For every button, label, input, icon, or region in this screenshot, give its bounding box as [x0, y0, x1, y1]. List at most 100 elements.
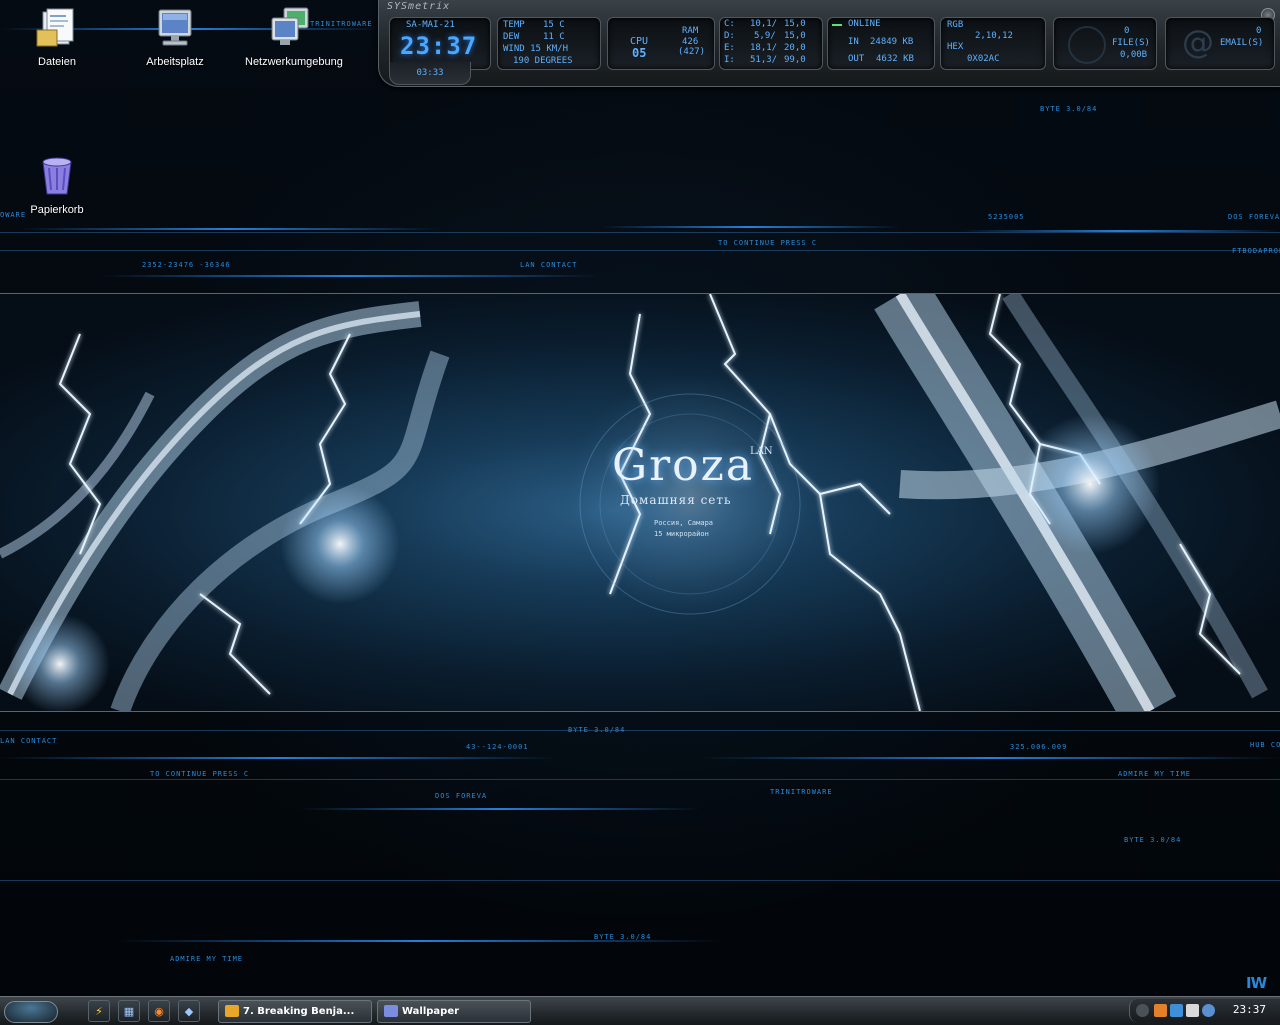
rgb-label: RGB	[947, 20, 964, 30]
files-size: 0,00B	[1120, 50, 1148, 60]
desktop-icon-label: Netzwerkumgebung	[245, 56, 343, 68]
deco-line	[0, 880, 1280, 881]
desktop-icon-label: Papierkorb	[30, 204, 84, 216]
net-status: ONLINE	[848, 19, 881, 29]
desktop: TRINITROWARE BYTE 3.0/84 OWARE 2352-2347…	[0, 0, 1280, 996]
watermark-logo: IW	[1246, 974, 1267, 992]
drive-c-letter: C:	[724, 19, 735, 29]
rgb-value: 2,10,12	[975, 31, 1013, 41]
deco-text: LAN CONTACT	[0, 737, 58, 745]
deco-text: DOS FOREVA	[1228, 213, 1280, 221]
recycle-icon	[1068, 26, 1106, 64]
system-tray: 23:37	[1129, 999, 1280, 1022]
banner-title: Groza	[612, 440, 755, 491]
weather-panel: TEMP 15 C DEW 11 C WIND 15 KM/H 190 DEGR…	[497, 17, 601, 70]
ram-used: 426	[682, 37, 699, 47]
date-text: SA-MAI-21	[406, 20, 455, 30]
drive-d-letter: D:	[724, 31, 735, 41]
drive-e-used: 18,1/	[750, 43, 778, 53]
deco-text: 2352-23476 -36346	[142, 261, 231, 269]
ram-total: (427)	[678, 47, 706, 57]
deco-text: BYTE 3.0/84	[568, 726, 626, 734]
drives-panel: C: 10,1/ 15,0 D: 5,9/ 15,0 E: 18,1/ 20,0…	[719, 17, 823, 70]
desktop-icon-label: Arbeitsplatz	[146, 56, 204, 68]
hex-label: HEX	[947, 42, 964, 52]
deco-line	[0, 730, 1280, 731]
drive-d-used: 5,9/	[754, 31, 776, 41]
wind-degrees: 190 DEGREES	[513, 56, 573, 66]
deco-text: TO CONTINUE PRESS C	[718, 239, 818, 247]
deco-text: TO CONTINUE PRESS C	[150, 770, 250, 778]
files-label: FILE(S)	[1112, 38, 1150, 48]
deco-line	[20, 228, 440, 230]
wind-text: WIND 15 KM/H	[503, 44, 569, 54]
banner-title-sup: LAN	[750, 446, 773, 457]
color-panel: RGB 2,10,12 HEX 0X02AC	[940, 17, 1046, 70]
deco-line	[0, 779, 1280, 780]
online-led	[832, 24, 842, 26]
deco-text: ADMIRE MY TIME	[1118, 770, 1192, 778]
quicklaunch-app-icon[interactable]: ◆	[178, 1000, 200, 1022]
my-computer-icon	[153, 6, 197, 50]
files-count: 0	[1124, 26, 1130, 36]
deco-line	[700, 757, 1280, 759]
music-icon	[225, 1005, 239, 1017]
tray-media-icon[interactable]	[1186, 1004, 1199, 1017]
drive-c-total: 15,0	[784, 19, 806, 29]
sysmetrix-title: SYSmetrix	[387, 1, 451, 12]
quicklaunch-winamp-icon[interactable]: ⚡	[88, 1000, 110, 1022]
tray-app-icon[interactable]	[1154, 1004, 1167, 1017]
drive-i-used: 51,3/	[750, 55, 778, 65]
temp-label: TEMP	[503, 20, 525, 30]
cpu-panel: RAM CPU 426 05 (427)	[607, 17, 715, 70]
banner-subtitle: Домашняя сеть	[620, 493, 732, 507]
taskbar-clock[interactable]: 23:37	[1233, 1003, 1266, 1016]
start-button[interactable]	[4, 1001, 58, 1023]
quicklaunch-desktop-icon[interactable]: ▦	[118, 1000, 140, 1022]
drive-d-total: 15,0	[784, 31, 806, 41]
net-out-value: 4632 KB	[876, 54, 914, 64]
tray-icq-icon[interactable]	[1202, 1004, 1215, 1017]
taskbar: ⚡ ▦ ◉ ◆ 7. Breaking Benja... Wallpaper 2…	[0, 996, 1280, 1025]
drive-c-used: 10,1/	[750, 19, 778, 29]
deco-text: DOS FOREVA	[435, 792, 488, 800]
recycle-bin-icon	[35, 154, 79, 198]
time-big: 23:37	[400, 32, 478, 60]
deco-text: 43--124-0001	[466, 743, 529, 751]
dew-value: 11 C	[543, 32, 565, 42]
deco-line	[0, 757, 560, 759]
sysmetrix-widget[interactable]: SYSmetrix SA-MAI-21 23:37 03:33 TEMP 15 …	[378, 0, 1280, 87]
deco-text: TRINITROWARE	[770, 788, 833, 796]
deco-text: HUB CO	[1250, 741, 1280, 749]
deco-text: FTBODAPROPERLY	[1232, 247, 1280, 255]
drive-e-letter: E:	[724, 43, 735, 53]
deco-line	[0, 232, 1280, 233]
taskbar-item-wallpaper[interactable]: Wallpaper	[377, 1000, 531, 1023]
deco-text: 5235005	[988, 213, 1025, 221]
drive-e-total: 20,0	[784, 43, 806, 53]
deco-line	[100, 275, 600, 277]
desktop-icon-netzwerkumgebung[interactable]: Netzwerkumgebung	[245, 6, 343, 68]
desktop-icon-arbeitsplatz[interactable]: Arbeitsplatz	[130, 6, 220, 68]
email-panel[interactable]: @ 0 EMAIL(S)	[1165, 17, 1275, 70]
deco-text: BYTE 3.0/84	[1124, 836, 1182, 844]
task-label: 7. Breaking Benja...	[243, 1006, 355, 1017]
deco-line	[600, 226, 900, 228]
tray-network-icon[interactable]	[1170, 1004, 1183, 1017]
window-icon	[384, 1005, 398, 1017]
desktop-icon-dateien[interactable]: Dateien	[12, 6, 102, 68]
net-out-label: OUT	[848, 54, 865, 64]
uptime-tab: 03:33	[389, 62, 471, 85]
net-in-label: IN	[848, 37, 859, 47]
email-count: 0	[1256, 26, 1262, 36]
tray-arrow-icon[interactable]	[1136, 1004, 1149, 1017]
documents-icon	[35, 6, 79, 50]
taskbar-item-music[interactable]: 7. Breaking Benja...	[218, 1000, 372, 1023]
drive-i-letter: I:	[724, 55, 735, 65]
deco-text: BYTE 3.0/84	[1040, 105, 1098, 113]
files-panel[interactable]: 0 FILE(S) 0,00B	[1053, 17, 1157, 70]
quicklaunch-firefox-icon[interactable]: ◉	[148, 1000, 170, 1022]
desktop-icon-papierkorb[interactable]: Papierkorb	[12, 154, 102, 216]
deco-text: 325.006.009	[1010, 743, 1068, 751]
cpu-value: 05	[632, 46, 647, 60]
